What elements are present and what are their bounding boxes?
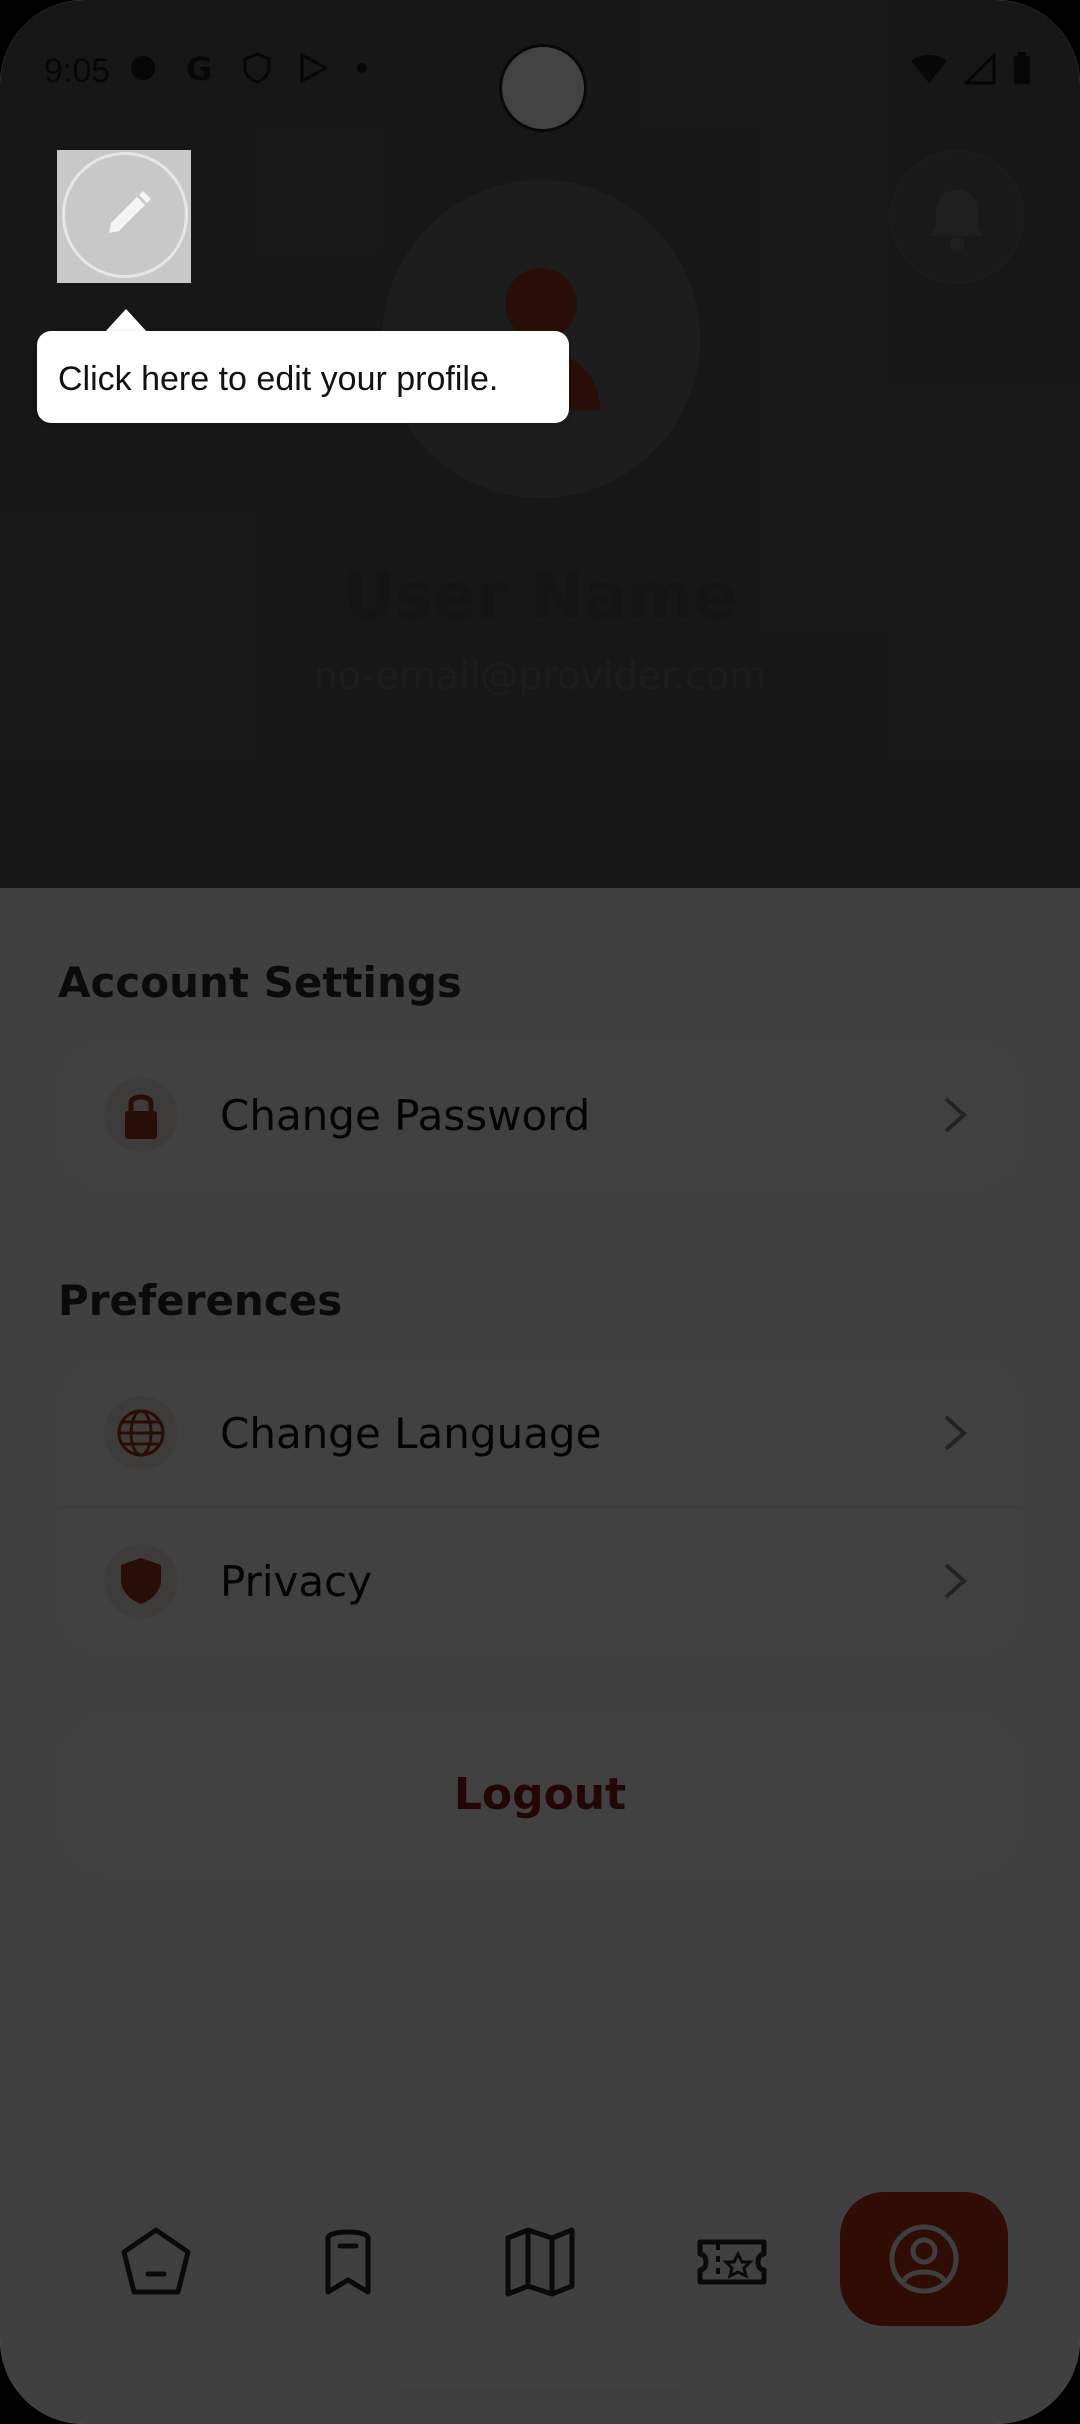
- map-icon: [505, 2227, 575, 2297]
- nav-home[interactable]: [106, 2212, 206, 2312]
- tooltip-text: Click here to edit your profile.: [58, 360, 499, 398]
- nav-profile[interactable]: [840, 2192, 1008, 2326]
- notifications-button[interactable]: [890, 150, 1024, 284]
- user-email: no-email@provider.com: [313, 654, 767, 698]
- screen: 9:05 G User Name no-email@provider.com A…: [0, 0, 1080, 2424]
- google-icon: G: [186, 52, 212, 84]
- signal-icon: [964, 53, 996, 85]
- nav-map[interactable]: [490, 2212, 590, 2312]
- play-store-icon: [300, 52, 330, 84]
- change-language-item[interactable]: Change Language: [58, 1360, 1022, 1508]
- user-name: User Name: [342, 560, 738, 634]
- bell-icon: [930, 190, 984, 251]
- notification-icons: G: [128, 52, 368, 84]
- svg-text:G: G: [186, 52, 212, 84]
- privacy-label: Privacy: [220, 1556, 373, 1606]
- nav-bookmarks[interactable]: [298, 2212, 398, 2312]
- battery-icon: [1014, 52, 1030, 84]
- tooltip: Click here to edit your profile.: [37, 331, 569, 423]
- home-indicator[interactable]: [398, 2388, 682, 2400]
- logout-button[interactable]: Logout: [58, 1714, 1022, 1874]
- tooltip-arrow: [104, 309, 148, 333]
- section-title-account: Account Settings: [58, 958, 462, 1007]
- wifi-icon: [911, 55, 947, 83]
- home-icon: [121, 2227, 191, 2295]
- shield-status-icon: [243, 52, 271, 84]
- camera-cutout: [499, 44, 587, 132]
- lock-icon: [104, 1078, 178, 1152]
- status-time: 9:05: [44, 52, 111, 90]
- sync-icon: [131, 56, 155, 80]
- edit-profile-circle[interactable]: [62, 152, 188, 278]
- nav-tickets[interactable]: [682, 2212, 782, 2312]
- chevron-right-icon: [944, 1097, 968, 1133]
- globe-icon: [104, 1396, 178, 1470]
- chevron-right-icon: [944, 1415, 968, 1451]
- preferences-card: Change Language Privacy: [58, 1360, 1022, 1654]
- shield-icon: [104, 1544, 178, 1618]
- logout-label: Logout: [453, 1768, 627, 1820]
- bottom-navigation: [0, 2180, 1080, 2340]
- change-password-item[interactable]: Change Password: [58, 1042, 1022, 1188]
- pencil-icon: [109, 191, 151, 233]
- chevron-right-icon: [944, 1563, 968, 1599]
- section-title-preferences: Preferences: [58, 1276, 343, 1325]
- profile-icon: [889, 2224, 959, 2294]
- ticket-icon: [697, 2239, 767, 2285]
- bookmark-icon: [325, 2229, 371, 2295]
- account-settings-card: Change Password: [58, 1042, 1022, 1188]
- system-icons: [910, 52, 1032, 86]
- privacy-item[interactable]: Privacy: [58, 1508, 1022, 1654]
- change-password-label: Change Password: [220, 1090, 591, 1140]
- dot-icon: [357, 63, 367, 73]
- change-language-label: Change Language: [220, 1408, 602, 1458]
